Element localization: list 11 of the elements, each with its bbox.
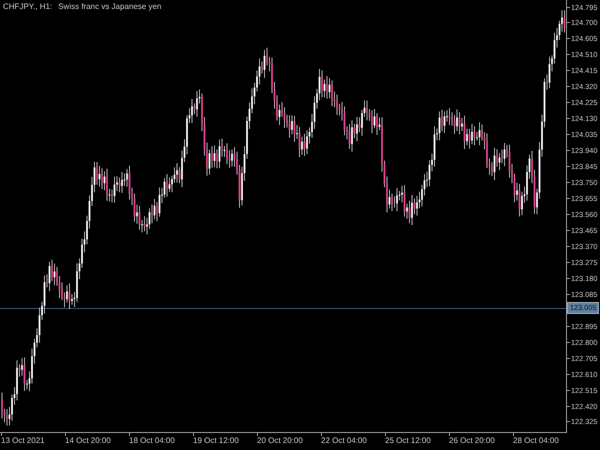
time-tick-label: 19 Oct 12:00 [193,436,239,445]
time-tick-label: 25 Oct 12:00 [385,436,431,445]
time-tick-label: 18 Oct 04:00 [129,436,175,445]
time-tick-label: 26 Oct 20:00 [449,436,495,445]
symbol-label: CHFJPY., H1: [3,2,52,11]
time-tick-label: 13 Oct 2021 [1,436,45,445]
time-tick-label: 22 Oct 04:00 [321,436,367,445]
time-tick-label: 14 Oct 20:00 [65,436,111,445]
time-tick-label: 28 Oct 04:00 [513,436,559,445]
symbol-description: Swiss franc vs Japanese yen [58,2,162,11]
time-tick-label: 20 Oct 20:00 [257,436,303,445]
